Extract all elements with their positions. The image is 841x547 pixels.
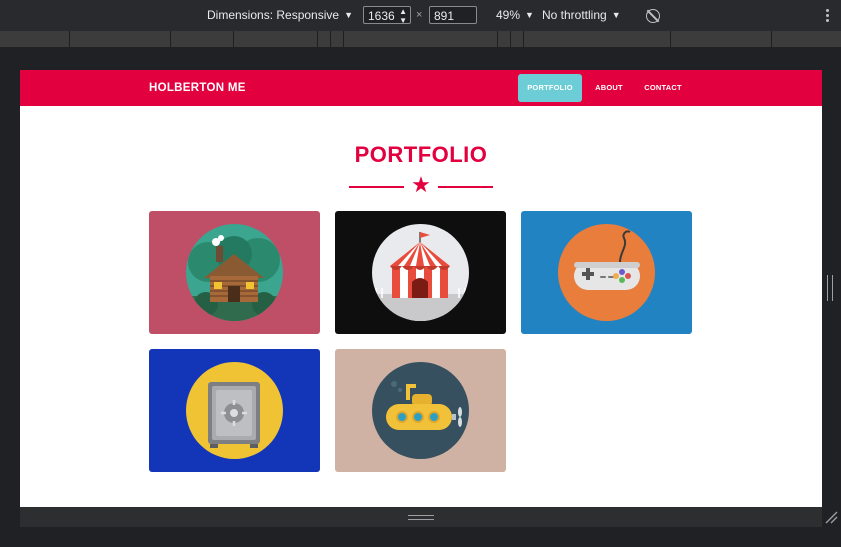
media-query-ruler[interactable]	[0, 31, 841, 47]
safe-icon	[186, 362, 283, 459]
resize-handle-bottom[interactable]	[408, 515, 434, 520]
gamepad-icon	[558, 224, 655, 321]
throttling-label: No throttling	[542, 8, 607, 22]
dimensions-dropdown[interactable]: Dimensions: Responsive ▼	[207, 0, 353, 31]
more-options-icon[interactable]	[826, 9, 830, 24]
divider-line-left	[349, 186, 404, 188]
rotate-icon[interactable]	[646, 9, 660, 23]
circus-tent-icon	[372, 224, 469, 321]
site-navbar: HOLBERTON ME PORTFOLIO ABOUT CONTACT	[20, 70, 822, 106]
caret-down-icon: ▼	[611, 10, 621, 21]
throttling-dropdown[interactable]: No throttling ▼	[542, 0, 621, 31]
width-input[interactable]: 1636 ▲ ▼	[363, 6, 411, 25]
portfolio-item-gamepad[interactable]	[521, 211, 692, 334]
height-input[interactable]: 891	[429, 6, 477, 24]
portfolio-item-safe[interactable]	[149, 349, 320, 472]
portfolio-item-cabin[interactable]	[149, 211, 320, 334]
star-icon: ★	[411, 173, 431, 198]
resize-bar-bottom	[20, 507, 822, 527]
resize-corner-icon[interactable]	[824, 510, 838, 524]
spinner-icon[interactable]: ▲ ▼	[399, 7, 407, 25]
zoom-dropdown[interactable]: 49% ▼	[496, 0, 534, 31]
submarine-icon	[372, 362, 469, 459]
site-brand[interactable]: HOLBERTON ME	[149, 70, 246, 106]
divider-line-right	[438, 186, 493, 188]
portfolio-item-submarine[interactable]	[335, 349, 506, 472]
zoom-label: 49%	[496, 8, 521, 22]
nav-link-about[interactable]: ABOUT	[590, 74, 628, 102]
nav-link-contact[interactable]: CONTACT	[638, 74, 688, 102]
portfolio-item-circus[interactable]	[335, 211, 506, 334]
resize-handle-right[interactable]	[827, 275, 833, 301]
height-value: 891	[434, 9, 455, 23]
devtools-device-toolbar: Dimensions: Responsive ▼ 1636 ▲ ▼ × 891 49…	[0, 0, 841, 31]
dimension-separator: ×	[416, 9, 423, 21]
caret-down-icon: ▼	[525, 10, 534, 21]
section-title: PORTFOLIO	[354, 142, 488, 167]
caret-down-icon: ▼	[344, 10, 353, 21]
nav-link-portfolio[interactable]: PORTFOLIO	[518, 74, 582, 102]
dimensions-label: Dimensions: Responsive	[207, 8, 340, 22]
emulated-viewport: HOLBERTON ME PORTFOLIO ABOUT CONTACT POR…	[20, 70, 822, 507]
width-value: 1636	[368, 9, 395, 23]
log-cabin-icon	[186, 224, 283, 321]
